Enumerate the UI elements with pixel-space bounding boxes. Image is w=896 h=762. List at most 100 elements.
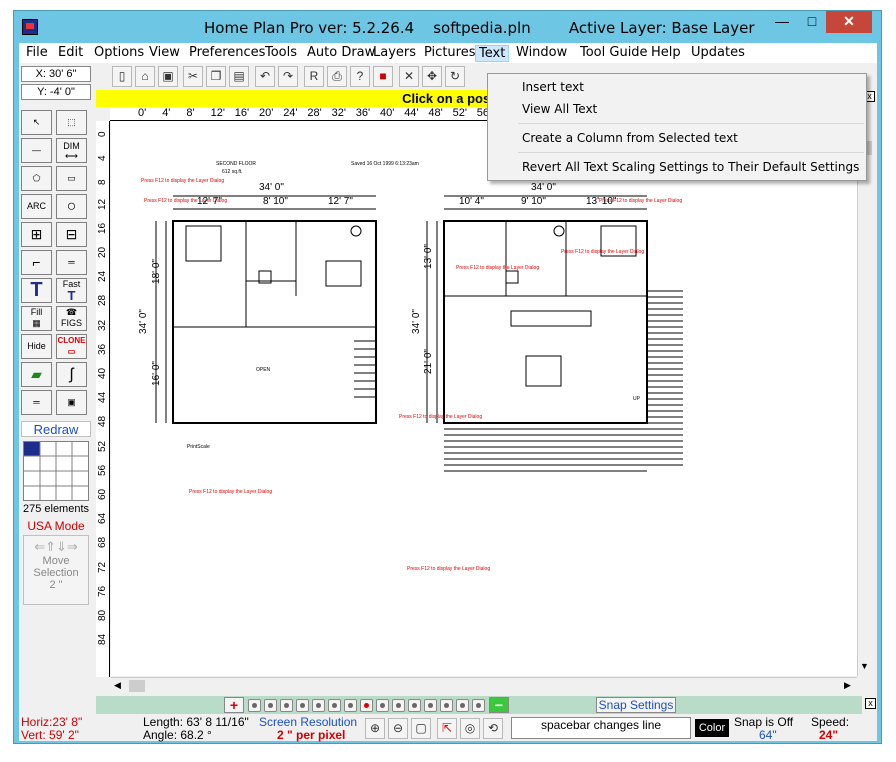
window-tool-icon[interactable]: ⊟ xyxy=(56,222,87,247)
layer-dot[interactable] xyxy=(456,699,469,712)
new-file-icon[interactable]: ▯ xyxy=(112,66,132,87)
zoom-window-icon[interactable]: ⇱ xyxy=(437,718,457,739)
active-layer-dot[interactable] xyxy=(360,699,373,712)
layer-strip-close-button[interactable]: x xyxy=(865,698,876,709)
stair-tool-icon[interactable]: ⌐ xyxy=(21,250,52,275)
line-type-display[interactable]: spacebar changes line xyxy=(511,717,691,739)
vertical-scrollbar[interactable]: ▲ ▼ xyxy=(857,121,874,676)
layer-dot[interactable] xyxy=(296,699,309,712)
units-mode[interactable]: USA Mode xyxy=(21,519,91,533)
move-arrows-icon[interactable]: ⇐⇑⇓⇒ xyxy=(24,536,88,555)
open-folder-icon[interactable]: ⌂ xyxy=(135,66,155,87)
frame-tool-icon[interactable]: ▣ xyxy=(56,390,87,415)
menu-layers[interactable]: Layers xyxy=(370,45,419,62)
move-icon[interactable]: ✥ xyxy=(422,66,442,87)
layer-dot[interactable] xyxy=(328,699,341,712)
maximize-button[interactable]: □ xyxy=(798,11,826,33)
menu-view-all-text[interactable]: View All Text xyxy=(522,99,597,119)
picture-tool-icon[interactable]: ▰ xyxy=(21,362,52,387)
layer-dot[interactable] xyxy=(440,699,453,712)
cut-icon[interactable]: ✂ xyxy=(183,66,203,87)
report-icon[interactable]: R xyxy=(304,66,324,87)
layer-dot[interactable] xyxy=(376,699,389,712)
layer-dot[interactable] xyxy=(248,699,261,712)
layer-dot[interactable] xyxy=(424,699,437,712)
menu-edit[interactable]: Edit xyxy=(55,45,86,62)
color-grid[interactable] xyxy=(23,441,89,501)
menu-create-column[interactable]: Create a Column from Selected text xyxy=(522,128,738,148)
redo-icon[interactable]: ↷ xyxy=(278,66,298,87)
paste-icon[interactable]: ▤ xyxy=(229,66,249,87)
menu-pictures[interactable]: Pictures xyxy=(421,45,478,62)
hide-tool-button[interactable]: Hide xyxy=(21,334,52,359)
drawing-canvas[interactable]: SECOND FLOOR 612 sq.ft. Saved 16 Oct 199… xyxy=(111,121,857,676)
layer-dot[interactable] xyxy=(312,699,325,712)
menu-revert-text-scaling[interactable]: Revert All Text Scaling Settings to Thei… xyxy=(522,157,859,177)
double-line-tool-icon[interactable]: ═ xyxy=(21,390,52,415)
hscroll-thumb[interactable] xyxy=(129,680,145,692)
menu-auto-draw[interactable]: Auto Draw xyxy=(304,45,378,62)
app-icon[interactable] xyxy=(22,19,38,35)
select-box-icon[interactable]: ⬚ xyxy=(56,110,87,135)
horizontal-scrollbar[interactable]: ◀ ▶ xyxy=(111,677,857,694)
zoom-area-icon[interactable]: ◎ xyxy=(460,718,480,739)
redraw-button[interactable]: Redraw xyxy=(21,421,91,437)
rotate-icon[interactable]: ↻ xyxy=(445,66,465,87)
line-tool-icon[interactable]: — xyxy=(21,138,52,163)
layer-dot[interactable] xyxy=(392,699,405,712)
menu-file[interactable]: File xyxy=(23,45,51,62)
undo-icon[interactable]: ↶ xyxy=(255,66,275,87)
scroll-down-icon[interactable]: ▼ xyxy=(860,661,869,671)
zoom-in-icon[interactable]: ⊕ xyxy=(365,718,385,739)
menu-insert-text[interactable]: Insert text xyxy=(522,77,584,97)
exit-icon[interactable]: ■ xyxy=(373,66,393,87)
save-icon[interactable]: ▣ xyxy=(158,66,178,87)
menu-help[interactable]: Help xyxy=(648,45,684,62)
menu-updates[interactable]: Updates xyxy=(688,45,748,62)
dim-tool-button[interactable]: DIM ⟷ xyxy=(56,138,87,163)
fast-text-button[interactable]: Fast T xyxy=(56,278,87,303)
layer-dot[interactable] xyxy=(344,699,357,712)
delete-icon[interactable]: ✕ xyxy=(399,66,419,87)
fill-tool-button[interactable]: Fill ▦ xyxy=(21,306,52,331)
screen-resolution-label[interactable]: Screen Resolution xyxy=(259,716,357,728)
arc-tool-button[interactable]: ARC xyxy=(21,194,52,219)
menu-options[interactable]: Options xyxy=(91,45,147,62)
zoom-page-icon[interactable]: ▢ xyxy=(411,718,431,739)
menu-tools[interactable]: Tools xyxy=(262,45,300,62)
menu-view[interactable]: View xyxy=(146,45,183,62)
close-button[interactable]: ✕ xyxy=(826,11,872,33)
scroll-right-icon[interactable]: ▶ xyxy=(844,680,851,691)
layer-dot[interactable] xyxy=(472,699,485,712)
zoom-previous-icon[interactable]: ⟲ xyxy=(483,718,503,739)
menu-preferences[interactable]: Preferences xyxy=(186,45,268,62)
clone-tool-button[interactable]: CLONE ▭ xyxy=(56,334,87,359)
curve-tool-icon[interactable]: ʃ xyxy=(56,362,87,387)
layer-dot[interactable] xyxy=(280,699,293,712)
print-icon[interactable]: ⎙ xyxy=(327,66,347,87)
layer-dot[interactable] xyxy=(264,699,277,712)
menu-tool-guide[interactable]: Tool Guide xyxy=(577,45,651,62)
add-layer-button[interactable]: + xyxy=(224,697,244,713)
door-tool-icon[interactable]: ⊞ xyxy=(21,222,52,247)
text-tool-button[interactable]: T xyxy=(21,278,52,303)
menu-separator xyxy=(518,123,864,124)
figs-tool-button[interactable]: ☎ FIGS xyxy=(56,306,87,331)
color-button[interactable]: Color xyxy=(695,719,729,737)
copy-icon[interactable]: ❐ xyxy=(206,66,226,87)
scroll-left-icon[interactable]: ◀ xyxy=(114,680,121,691)
menu-text[interactable]: Text xyxy=(475,45,510,62)
layer-dot[interactable] xyxy=(408,699,421,712)
wall-tool-icon[interactable]: ═ xyxy=(56,250,87,275)
snap-settings-button[interactable]: Snap Settings xyxy=(596,697,676,713)
remove-layer-button[interactable]: − xyxy=(489,697,509,713)
minimize-button[interactable]: — xyxy=(768,11,796,33)
circle-tool-icon[interactable]: ○ xyxy=(56,194,87,219)
snap-status[interactable]: Snap is Off xyxy=(734,716,793,728)
menu-window[interactable]: Window xyxy=(513,45,570,62)
help-icon[interactable]: ? xyxy=(350,66,370,87)
zoom-out-icon[interactable]: ⊖ xyxy=(388,718,408,739)
rectangle-tool-icon[interactable]: ▭ xyxy=(56,166,87,191)
polygon-tool-icon[interactable]: ⬠ xyxy=(21,166,52,191)
select-arrow-icon[interactable]: ↖ xyxy=(21,110,52,135)
